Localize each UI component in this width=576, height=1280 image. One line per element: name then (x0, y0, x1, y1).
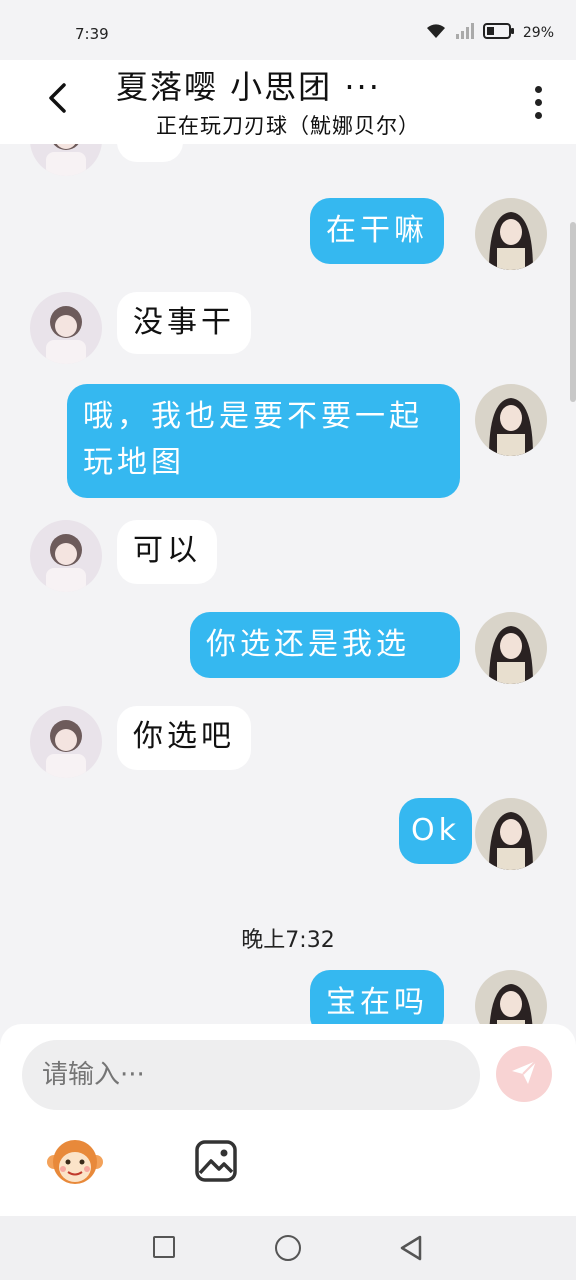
composer-panel (0, 1024, 576, 1216)
emoji-button[interactable] (46, 1136, 104, 1188)
my-avatar[interactable] (475, 384, 547, 456)
message-bubble-incoming[interactable]: 可以 (117, 520, 217, 584)
message-row: Ok (0, 798, 576, 870)
send-button[interactable] (496, 1046, 552, 1102)
message-row: 在干嘛 (0, 198, 576, 270)
message-bubble-outgoing[interactable]: 你选还是我选 (190, 612, 460, 678)
back-button[interactable] (36, 78, 80, 122)
chat-scrollbar[interactable] (570, 222, 576, 402)
battery-icon (482, 22, 515, 44)
more-vertical-icon (534, 85, 542, 119)
my-avatar[interactable] (475, 798, 547, 870)
message-bubble-incoming[interactable]: 没事干 (117, 292, 251, 354)
message-row: 在 (0, 144, 576, 176)
my-avatar[interactable] (475, 198, 547, 270)
contact-avatar[interactable] (30, 292, 102, 364)
message-row: 宝在吗 (0, 970, 576, 1024)
send-icon (509, 1057, 539, 1091)
home-icon[interactable] (275, 1235, 301, 1261)
status-icons: 29% (425, 22, 554, 44)
message-bubble-outgoing[interactable]: 宝在吗 (310, 970, 444, 1024)
wifi-icon (425, 22, 447, 44)
chevron-left-icon (46, 82, 70, 118)
message-row: 没事干 (0, 292, 576, 364)
image-icon (194, 1140, 238, 1187)
status-time: 7:39 (75, 25, 109, 43)
battery-percent: 29% (522, 25, 554, 41)
chat-subtitle: 正在玩刀刃球（魷娜贝尔） (156, 114, 420, 138)
monkey-emoji-icon (46, 1140, 104, 1192)
message-row: 你选还是我选 (0, 612, 576, 684)
message-row: 可以 (0, 520, 576, 592)
contact-avatar[interactable] (30, 520, 102, 592)
message-bubble-incoming[interactable]: 你选吧 (117, 706, 251, 770)
contact-avatar[interactable] (30, 706, 102, 778)
my-avatar[interactable] (475, 612, 547, 684)
message-list[interactable]: 在 在干嘛 没事干 哦，我也是要不要一起玩地图 可以 你选还是我选 (0, 144, 576, 1024)
signal-icon (455, 22, 475, 44)
system-nav-bar (0, 1216, 576, 1280)
message-bubble-outgoing[interactable]: Ok (399, 798, 472, 864)
recent-apps-icon[interactable] (153, 1236, 175, 1258)
message-row: 哦，我也是要不要一起玩地图 (0, 384, 576, 498)
status-bar: 7:39 29% (0, 0, 576, 60)
chat-title: 夏落嘤 小思团 ··· (116, 68, 381, 106)
message-timestamp: 晚上7:32 (241, 928, 335, 953)
message-bubble-incoming[interactable]: 在 (117, 144, 183, 162)
chat-header: 夏落嘤 小思团 ··· 正在玩刀刃球（魷娜贝尔） (0, 60, 576, 144)
message-input[interactable] (22, 1040, 480, 1110)
message-bubble-outgoing[interactable]: 哦，我也是要不要一起玩地图 (67, 384, 460, 498)
message-bubble-outgoing[interactable]: 在干嘛 (310, 198, 444, 264)
message-row: 你选吧 (0, 706, 576, 778)
contact-avatar[interactable] (30, 144, 102, 176)
image-button[interactable] (194, 1139, 238, 1183)
my-avatar[interactable] (475, 970, 547, 1024)
back-icon[interactable] (398, 1234, 424, 1262)
more-options-button[interactable] (524, 78, 552, 126)
